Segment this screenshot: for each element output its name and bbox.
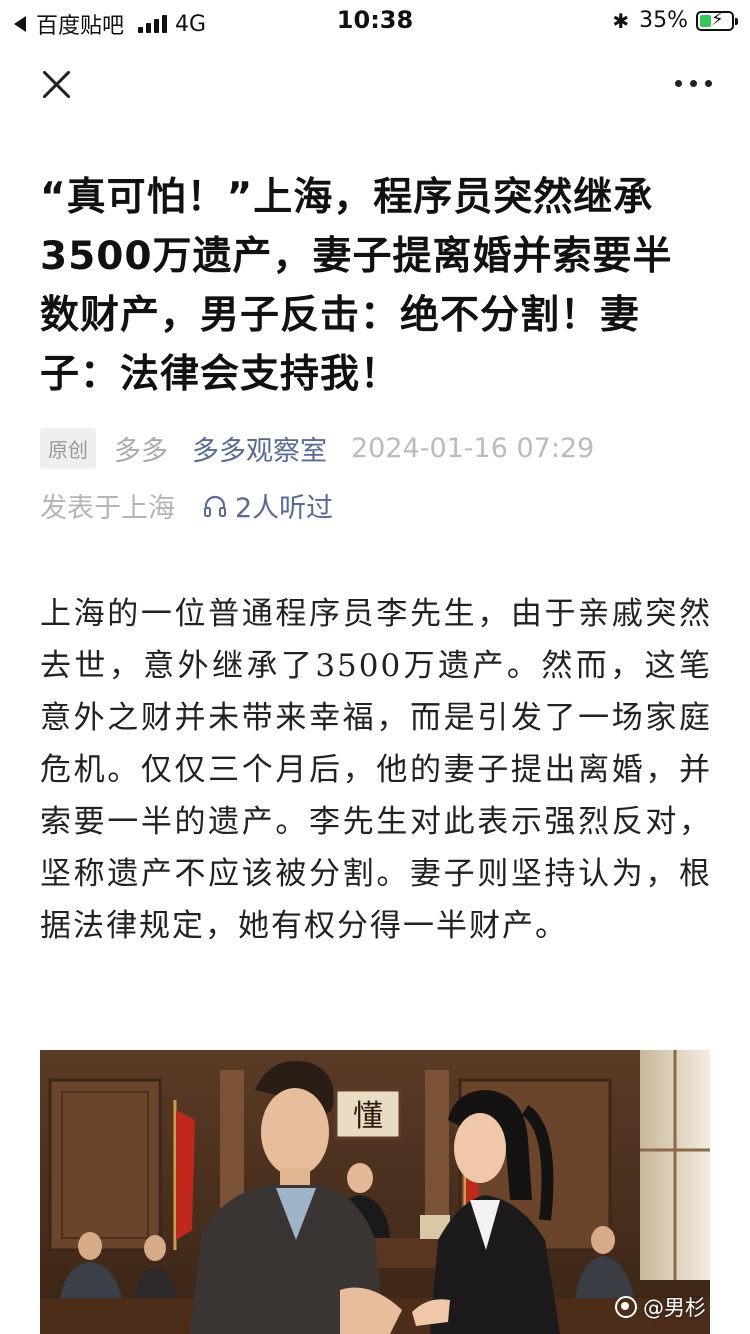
- article-illustration[interactable]: 懂 @男杉: [40, 1050, 710, 1334]
- watermark-logo-icon: [615, 1296, 637, 1318]
- status-right: ✱ 35% ⚡: [612, 8, 738, 33]
- original-badge: 原创: [40, 428, 96, 469]
- more-icon[interactable]: [675, 80, 712, 87]
- bluetooth-icon: ✱: [612, 8, 630, 33]
- battery-percent: 35%: [639, 8, 688, 33]
- publish-datetime: 2024-01-16 07:29: [351, 433, 595, 464]
- image-watermark: @男杉: [615, 1292, 706, 1322]
- headphone-icon: [204, 495, 226, 517]
- account-link[interactable]: 多多观察室: [192, 429, 327, 468]
- top-nav: [0, 60, 750, 110]
- article-meta: 原创 多多 多多观察室 2024-01-16 07:29: [40, 428, 594, 469]
- listen-count: 2人听过: [235, 493, 334, 524]
- battery-fill: [700, 14, 711, 27]
- watermark-text: @男杉: [643, 1296, 706, 1320]
- status-bar: 百度贴吧 4G 10:38 ✱ 35% ⚡: [0, 0, 750, 44]
- publish-location: 发表于上海: [40, 493, 175, 524]
- courtroom-illustration: 懂: [40, 1050, 710, 1334]
- author-name: 多多: [114, 436, 168, 467]
- article-meta-secondary: 发表于上海 2人听过: [40, 486, 333, 525]
- plaque-text: 懂: [353, 1099, 383, 1134]
- listen-button[interactable]: 2人听过: [203, 486, 333, 525]
- article-title: “真可怕！”上海，程序员突然继承3500万遗产，妻子提离婚并索要半数财产，男子反…: [40, 175, 673, 397]
- battery-charging-icon: ⚡: [696, 8, 738, 31]
- close-icon[interactable]: [40, 68, 72, 100]
- charging-bolt-icon: ⚡: [711, 8, 724, 30]
- article-body: 上海的一位普通程序员李先生，由于亲戚突然去世，意外继承了3500万遗产。然而，这…: [40, 596, 712, 944]
